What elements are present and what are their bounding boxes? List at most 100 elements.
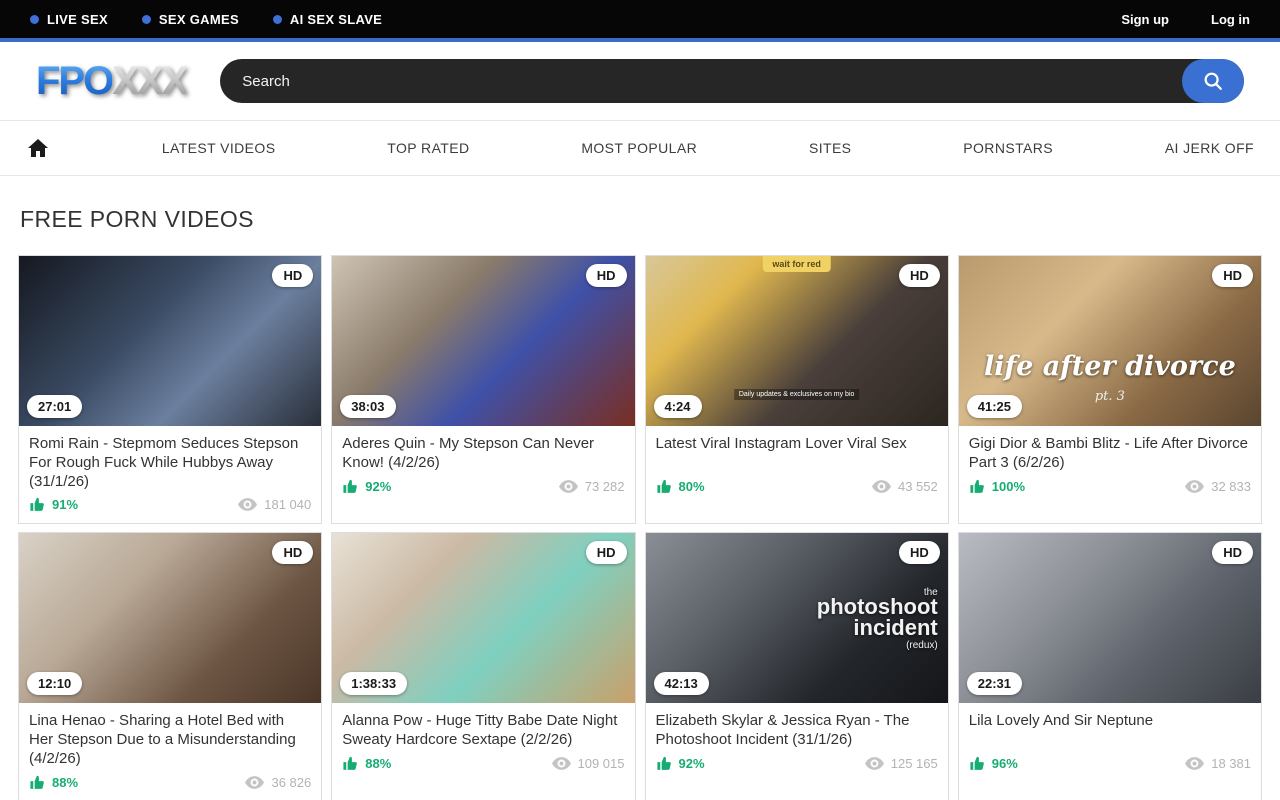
video-card: life after divorce pt. 3 HD 41:25 Gigi D… (958, 255, 1262, 524)
bullet-dot-icon (142, 15, 151, 24)
video-stats: 91% 181 040 (29, 496, 311, 513)
logo-primary: FPO (36, 59, 112, 103)
site-header: FPOXXX (0, 42, 1280, 120)
top-link-live-sex[interactable]: LIVE SEX (30, 12, 108, 27)
video-meta: Alanna Pow - Huge Titty Babe Date Night … (332, 703, 634, 782)
video-stats: 92% 125 165 (656, 755, 938, 772)
nav-home-button[interactable] (26, 136, 50, 160)
views-count: 109 015 (578, 756, 625, 771)
video-thumbnail[interactable]: HD 12:10 (19, 533, 321, 703)
thumbs-up-icon (969, 478, 986, 495)
sign-up-link[interactable]: Sign up (1121, 12, 1169, 27)
rating: 88% (29, 774, 78, 791)
thumbs-up-icon (29, 496, 46, 513)
rating: 80% (656, 478, 705, 495)
views: 73 282 (559, 479, 625, 494)
video-thumbnail[interactable]: the photoshoot incident (redux) HD 42:13 (646, 533, 948, 703)
video-card: HD 27:01 Romi Rain - Stepmom Seduces Ste… (18, 255, 322, 524)
search-input[interactable] (220, 59, 1182, 103)
rating-value: 88% (365, 756, 391, 771)
video-title[interactable]: Alanna Pow - Huge Titty Babe Date Night … (342, 712, 624, 750)
rating: 100% (969, 478, 1025, 495)
views: 181 040 (238, 497, 311, 512)
rating: 92% (342, 478, 391, 495)
top-link-sex-games[interactable]: SEX GAMES (142, 12, 239, 27)
views: 43 552 (872, 479, 938, 494)
video-thumbnail[interactable]: life after divorce pt. 3 HD 41:25 (959, 256, 1261, 426)
eye-icon (865, 757, 884, 770)
hd-badge: HD (272, 264, 313, 287)
search-bar (220, 59, 1244, 103)
search-button[interactable] (1182, 59, 1244, 103)
video-title[interactable]: Latest Viral Instagram Lover Viral Sex (656, 435, 938, 473)
video-meta: Romi Rain - Stepmom Seduces Stepson For … (19, 426, 321, 523)
video-stats: 88% 36 826 (29, 774, 311, 791)
video-title[interactable]: Lina Henao - Sharing a Hotel Bed with He… (29, 712, 311, 768)
top-link-label: AI SEX SLAVE (290, 12, 382, 27)
top-link-label: SEX GAMES (159, 12, 239, 27)
video-card: the photoshoot incident (redux) HD 42:13… (645, 532, 949, 800)
video-meta: Elizabeth Skylar & Jessica Ryan - The Ph… (646, 703, 948, 782)
rating-value: 96% (992, 756, 1018, 771)
auth-links: Sign up Log in (1121, 12, 1250, 27)
nav-sites[interactable]: SITES (809, 140, 851, 156)
main-nav: LATEST VIDEOS TOP RATED MOST POPULAR SIT… (0, 120, 1280, 176)
duration-badge: 42:13 (654, 672, 709, 695)
nav-latest-videos[interactable]: LATEST VIDEOS (162, 140, 276, 156)
thumbnail-overlay-text: (redux) (798, 641, 938, 651)
video-stats: 88% 109 015 (342, 755, 624, 772)
rating-value: 92% (365, 479, 391, 494)
duration-badge: 41:25 (967, 395, 1022, 418)
views-count: 36 826 (271, 775, 311, 790)
rating-value: 88% (52, 775, 78, 790)
video-thumbnail[interactable]: HD 22:31 (959, 533, 1261, 703)
eye-icon (1185, 757, 1204, 770)
video-thumbnail[interactable]: HD 1:38:33 (332, 533, 634, 703)
video-meta: Lina Henao - Sharing a Hotel Bed with He… (19, 703, 321, 800)
thumbnail-overlay-text: wait for red (762, 256, 831, 272)
duration-badge: 4:24 (654, 395, 702, 418)
hd-badge: HD (586, 541, 627, 564)
video-title[interactable]: Gigi Dior & Bambi Blitz - Life After Div… (969, 435, 1251, 473)
log-in-link[interactable]: Log in (1211, 12, 1250, 27)
rating-value: 100% (992, 479, 1025, 494)
views-count: 73 282 (585, 479, 625, 494)
top-link-ai-sex-slave[interactable]: AI SEX SLAVE (273, 12, 382, 27)
thumbnail-overlay-text: photoshoot incident (817, 594, 938, 640)
nav-top-rated[interactable]: TOP RATED (387, 140, 469, 156)
rating: 88% (342, 755, 391, 772)
video-meta: Lila Lovely And Sir Neptune 96% 18 381 (959, 703, 1261, 782)
video-stats: 80% 43 552 (656, 478, 938, 495)
thumbnail-overlay-text: Daily updates & exclusives on my bio (734, 389, 860, 400)
video-title[interactable]: Romi Rain - Stepmom Seduces Stepson For … (29, 435, 311, 491)
video-title[interactable]: Elizabeth Skylar & Jessica Ryan - The Ph… (656, 712, 938, 750)
thumbnail-overlay-text: life after divorce (967, 351, 1253, 382)
nav-pornstars[interactable]: PORNSTARS (963, 140, 1053, 156)
rating: 91% (29, 496, 78, 513)
eye-icon (245, 776, 264, 789)
nav-ai-jerk-off[interactable]: AI JERK OFF (1165, 140, 1254, 156)
video-title[interactable]: Aderes Quin - My Stepson Can Never Know!… (342, 435, 624, 473)
video-thumbnail[interactable]: HD 27:01 (19, 256, 321, 426)
top-bar-links: LIVE SEX SEX GAMES AI SEX SLAVE (30, 12, 382, 27)
video-card: wait for red Daily updates & exclusives … (645, 255, 949, 524)
bullet-dot-icon (273, 15, 282, 24)
duration-badge: 38:03 (340, 395, 395, 418)
nav-most-popular[interactable]: MOST POPULAR (581, 140, 697, 156)
video-thumbnail[interactable]: wait for red Daily updates & exclusives … (646, 256, 948, 426)
views-count: 43 552 (898, 479, 938, 494)
hd-badge: HD (899, 264, 940, 287)
duration-badge: 12:10 (27, 672, 82, 695)
hd-badge: HD (1212, 541, 1253, 564)
views-count: 125 165 (891, 756, 938, 771)
rating-value: 80% (679, 479, 705, 494)
video-meta: Latest Viral Instagram Lover Viral Sex 8… (646, 426, 948, 505)
site-logo[interactable]: FPOXXX (36, 61, 186, 101)
video-meta: Aderes Quin - My Stepson Can Never Know!… (332, 426, 634, 505)
views: 18 381 (1185, 756, 1251, 771)
video-thumbnail[interactable]: HD 38:03 (332, 256, 634, 426)
top-bar: LIVE SEX SEX GAMES AI SEX SLAVE Sign up … (0, 0, 1280, 42)
video-card: HD 22:31 Lila Lovely And Sir Neptune 96%… (958, 532, 1262, 800)
video-title[interactable]: Lila Lovely And Sir Neptune (969, 712, 1251, 750)
search-icon (1202, 70, 1224, 92)
